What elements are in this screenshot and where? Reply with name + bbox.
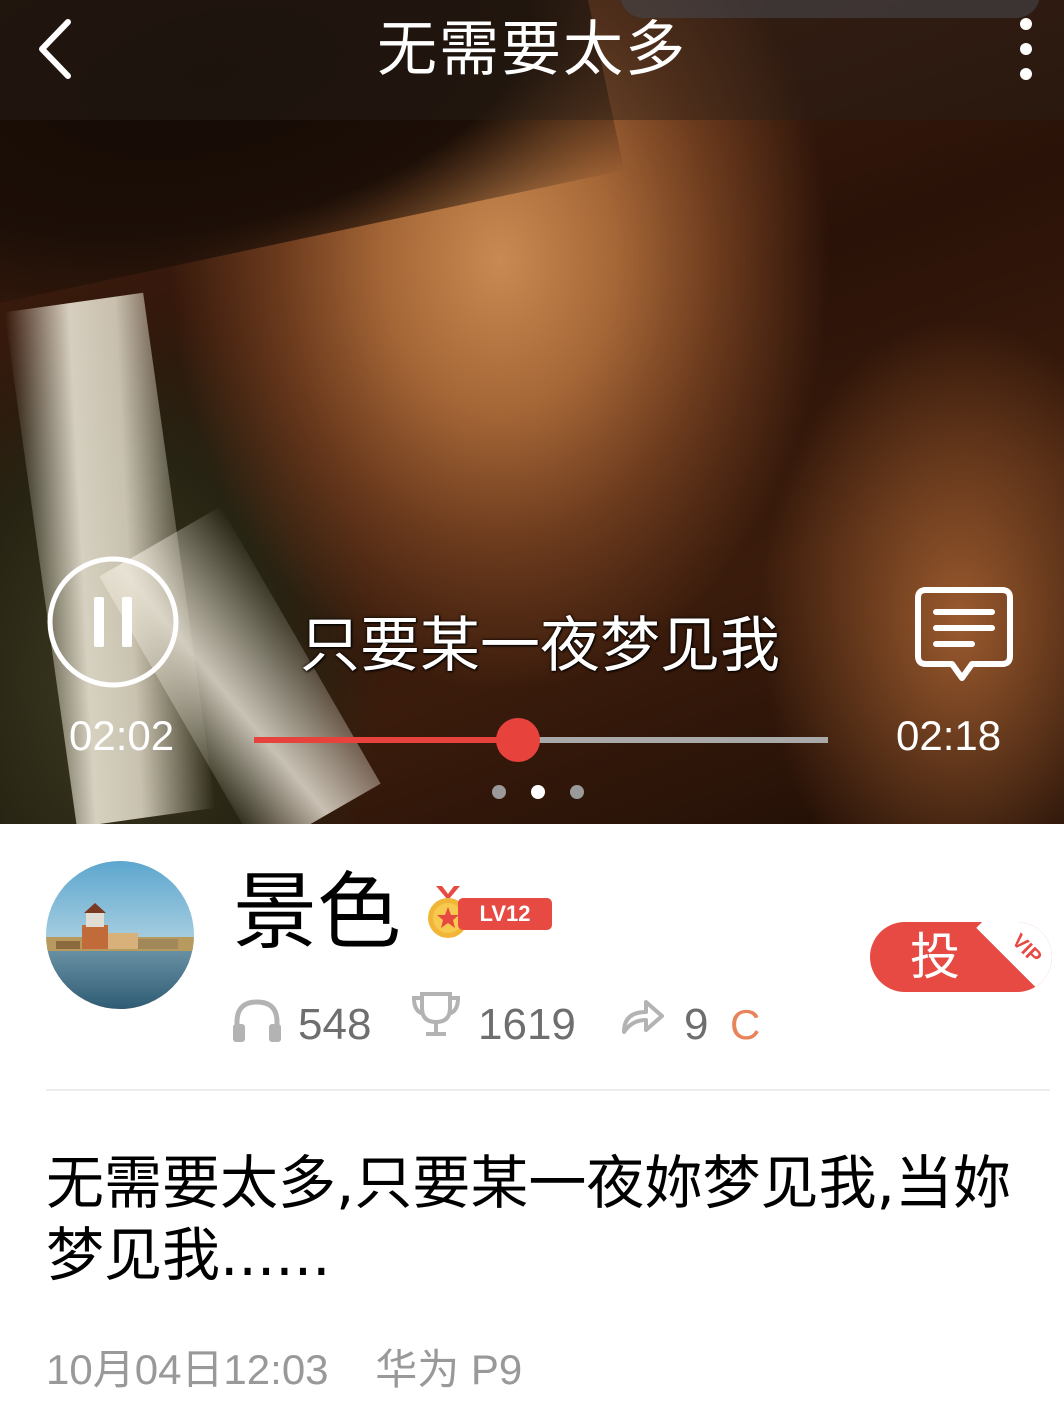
current-time: 02:02 <box>69 712 175 759</box>
listen-count: 548 <box>298 1000 372 1049</box>
comment-icon[interactable] <box>912 584 1016 686</box>
total-time: 02:18 <box>896 712 1002 759</box>
page-dot <box>570 785 584 799</box>
more-icon[interactable] <box>1008 14 1044 84</box>
share-count: 9 <box>684 1000 709 1049</box>
level-badge: LV12 <box>458 898 552 930</box>
divider <box>46 1089 1050 1091</box>
coin-icon: C <box>730 1001 761 1048</box>
post-meta: 10月04日12:03 华为 P9 <box>46 1346 523 1393</box>
share-icon <box>622 1000 664 1034</box>
progress-fill <box>254 737 519 743</box>
pause-button[interactable] <box>46 555 180 689</box>
current-lyric: 只要某一夜梦见我 <box>300 611 780 681</box>
page-dot <box>531 785 545 799</box>
vote-button[interactable]: 投 VIP <box>870 922 1052 992</box>
page-title: 无需要太多 <box>377 15 687 85</box>
username: 景色 <box>233 863 402 961</box>
progress-knob[interactable] <box>496 718 541 762</box>
progress-slider[interactable] <box>254 718 828 762</box>
cover-art: 无需要太多 只要某一夜梦见我 02:02 02:18 <box>0 0 1064 824</box>
page-dot <box>492 785 506 799</box>
post-description: 无需要太多,只要某一夜妳梦见我,当妳梦见我...... <box>46 1149 1011 1289</box>
trophy-icon <box>411 992 461 1036</box>
vote-button-label: 投 <box>910 928 960 986</box>
avatar[interactable] <box>46 861 194 1009</box>
trophy-count: 1619 <box>478 1000 576 1049</box>
headphones-icon <box>233 999 281 1042</box>
